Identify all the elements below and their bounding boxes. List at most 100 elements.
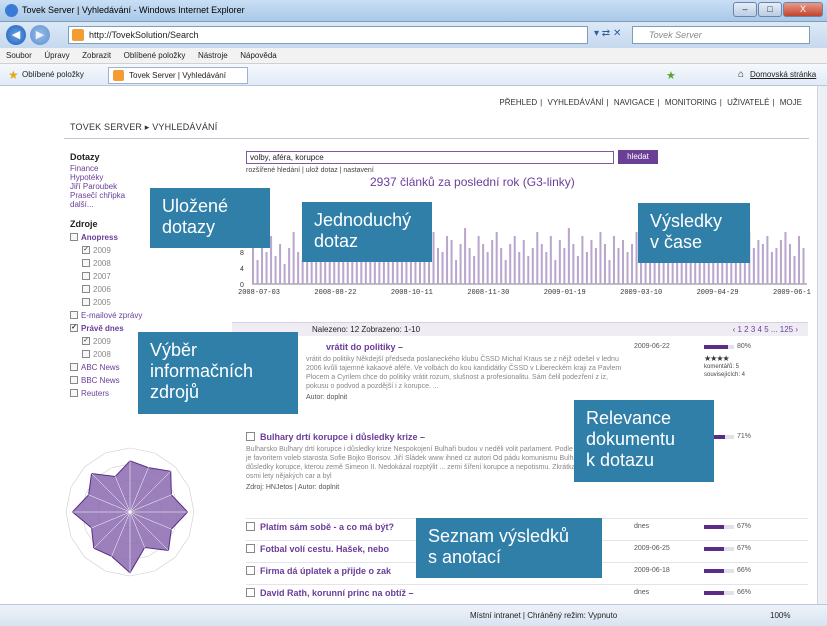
nav-uzivatele[interactable]: UŽIVATELÉ <box>727 98 769 107</box>
checkbox-icon[interactable]: ✓ <box>82 337 90 345</box>
chart-bar <box>518 252 521 284</box>
checkbox-icon[interactable] <box>70 389 78 397</box>
y-tick-label: 0 <box>240 282 244 289</box>
browser-tab[interactable]: Tovek Server | Vyhledávání <box>108 67 248 84</box>
menu-edit[interactable]: Úpravy <box>44 51 69 60</box>
chart-bar <box>572 244 575 284</box>
menu-help[interactable]: Nápověda <box>240 51 276 60</box>
result-checkbox[interactable] <box>246 544 255 553</box>
checkbox-icon[interactable]: ✓ <box>82 246 90 254</box>
chart-bar <box>292 232 295 284</box>
menu-file[interactable]: Soubor <box>6 51 32 60</box>
chart-bar <box>585 252 588 284</box>
result-checkbox[interactable] <box>246 522 255 531</box>
menu-tools[interactable]: Nástroje <box>198 51 228 60</box>
nav-prehled[interactable]: PŘEHLED <box>499 98 537 107</box>
close-button[interactable]: X <box>783 2 823 17</box>
result-date: dnes <box>634 523 650 530</box>
nav-monitoring[interactable]: MONITORING <box>665 98 717 107</box>
nav-vyhledavani[interactable]: VYHLEDÁVÁNÍ <box>547 98 603 107</box>
comments-count[interactable]: komentářů: 5 <box>704 363 745 371</box>
related-count[interactable]: souvisejících: 4 <box>704 371 745 379</box>
favorites-bar: ★ Oblíbené položky Tovek Server | Vyhled… <box>0 64 827 86</box>
chart-bar <box>491 240 494 284</box>
callout-sources: Výběr informačních zdrojů <box>138 332 298 414</box>
checkbox-icon[interactable] <box>82 298 90 306</box>
chart-bar <box>779 240 782 284</box>
chart-bar <box>802 248 805 284</box>
ie-logo-icon <box>5 4 18 17</box>
source-checkbox[interactable]: 2007 <box>82 271 230 281</box>
result-source: Zdroj: HNJetos | Autor: doplnit <box>246 484 340 491</box>
checkbox-icon[interactable] <box>70 376 78 384</box>
url-field[interactable]: http://TovekSolution/Search <box>68 26 588 44</box>
security-zone[interactable]: Místní intranet | Chráněný režim: Vypnut… <box>470 611 617 620</box>
result-title-text: Firma dá úplatek a přijde o zak <box>260 566 392 576</box>
chart-bar <box>631 244 634 284</box>
nav-navigace[interactable]: NAVIGACE <box>614 98 655 107</box>
chart-bar <box>558 240 561 284</box>
checkbox-icon[interactable] <box>82 350 90 358</box>
url-text: http://TovekSolution/Search <box>89 30 199 40</box>
x-tick-label: 2008-11-30 <box>467 289 509 297</box>
back-icon[interactable]: ◀ <box>6 25 26 45</box>
checkbox-icon[interactable] <box>82 259 90 267</box>
y-tick-label: 4 <box>240 266 244 273</box>
checkbox-icon[interactable] <box>70 311 78 319</box>
result-title-text: Fotbal volí cestu. Hašek, nebo <box>260 544 390 554</box>
add-favorite-icon[interactable]: ★ <box>666 69 676 82</box>
chart-bar <box>283 264 286 284</box>
query-input[interactable]: volby, aféra, korupce <box>246 151 614 164</box>
tab-favicon-icon <box>113 70 124 81</box>
favorites-star-icon[interactable]: ★ <box>8 68 19 82</box>
chart-bar <box>581 236 584 284</box>
chart-bar <box>522 240 525 284</box>
x-tick-label: 2008-08-22 <box>314 289 356 297</box>
query-links[interactable]: rozšířené hledání | ulož dotaz | nastave… <box>246 167 374 174</box>
home-icon[interactable]: ⌂ <box>738 69 744 80</box>
page-scrollbar[interactable] <box>817 86 827 604</box>
search-button[interactable]: hledat <box>618 150 658 164</box>
sources-radar-chart <box>65 447 195 577</box>
result-checkbox[interactable] <box>246 432 255 441</box>
breadcrumb: TOVEK SERVER ▸ VYHLEDÁVÁNÍ <box>70 122 218 132</box>
source-checkbox[interactable]: E-mailové zprávy <box>70 310 230 320</box>
pagination[interactable]: ‹ 1 2 3 4 5 ... 125 › <box>733 323 798 336</box>
relevance-meter: 66% <box>704 589 751 596</box>
address-bar: ◀ ▶ http://TovekSolution/Search ▾ ⇄ ✕ To… <box>0 22 827 48</box>
favorites-label[interactable]: Oblíbené položky <box>22 70 84 79</box>
checkbox-icon[interactable]: ✓ <box>70 324 78 332</box>
chart-bar <box>265 252 268 284</box>
callout-simple-query: Jednoduchý dotaz <box>302 202 432 262</box>
checkbox-icon[interactable] <box>70 233 78 241</box>
chart-bar <box>549 236 552 284</box>
source-label: 2007 <box>93 271 111 281</box>
rating-stars[interactable]: ★★★★ <box>704 355 745 363</box>
source-checkbox[interactable]: 2006 <box>82 284 230 294</box>
chart-bar <box>468 248 471 284</box>
nav-moje[interactable]: MOJE <box>780 98 802 107</box>
menu-view[interactable]: Zobrazit <box>82 51 111 60</box>
forward-icon[interactable]: ▶ <box>30 25 50 45</box>
refresh-icon[interactable]: ▾ ⇄ ✕ <box>594 28 621 39</box>
saved-query-link[interactable]: Hypotéky <box>70 173 230 182</box>
zoom-level[interactable]: 100% <box>770 611 790 620</box>
checkbox-icon[interactable] <box>82 285 90 293</box>
minimize-button[interactable]: – <box>733 2 757 17</box>
result-checkbox[interactable] <box>246 566 255 575</box>
checkbox-icon[interactable] <box>82 272 90 280</box>
chart-bar <box>477 236 480 284</box>
saved-query-link[interactable]: Finance <box>70 164 230 173</box>
result-date: 2009-06-25 <box>634 545 670 552</box>
callout-result-list: Seznam výsledků s anotací <box>416 518 602 578</box>
maximize-button[interactable]: □ <box>758 2 782 17</box>
search-field[interactable]: Tovek Server <box>632 26 810 44</box>
chart-bar <box>626 252 629 284</box>
checkbox-icon[interactable] <box>70 363 78 371</box>
menu-favorites[interactable]: Oblíbené položky <box>124 51 186 60</box>
home-link[interactable]: Domovská stránka <box>750 70 816 79</box>
source-checkbox[interactable]: 2008 <box>82 258 230 268</box>
source-checkbox[interactable]: 2005 <box>82 297 230 307</box>
chart-bar <box>301 260 304 284</box>
result-checkbox[interactable] <box>246 588 255 597</box>
